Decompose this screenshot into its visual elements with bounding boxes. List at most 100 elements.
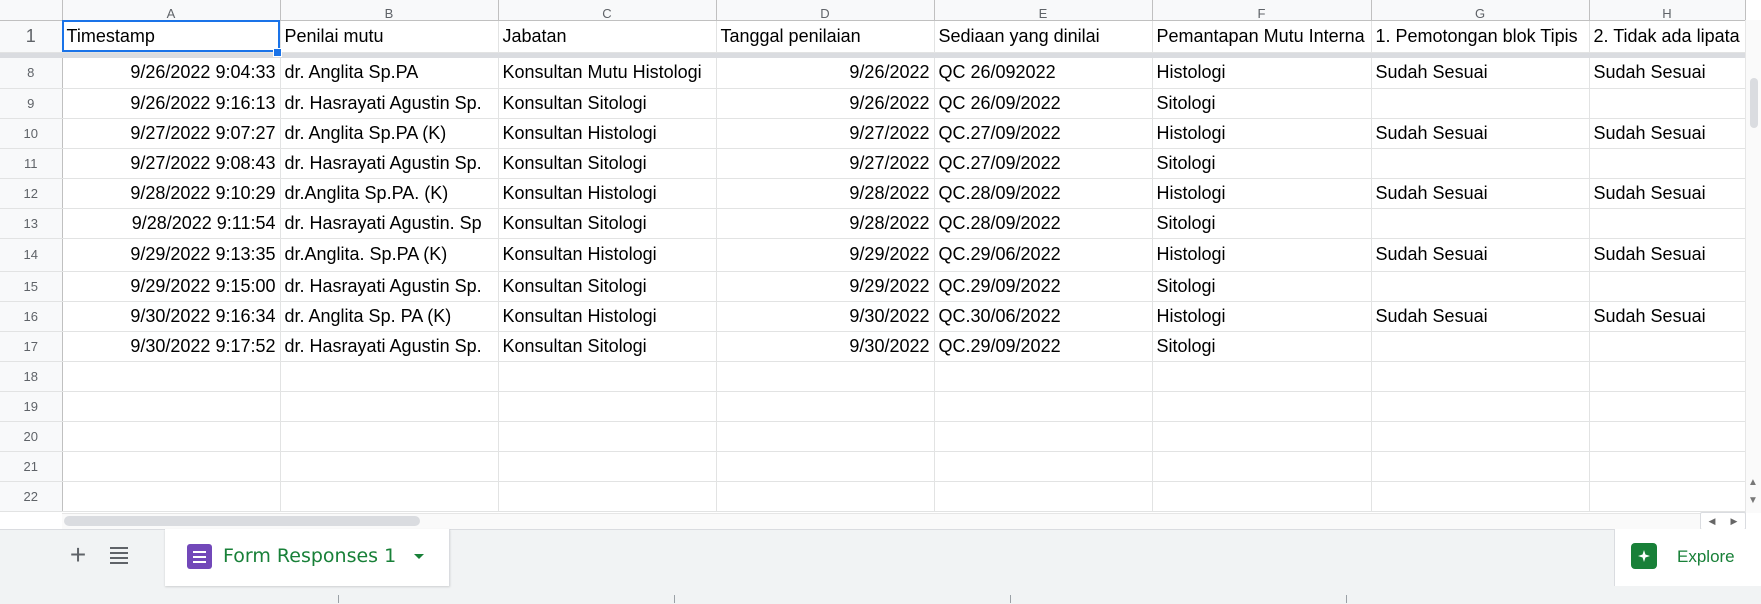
vertical-scroll-thumb[interactable] (1750, 78, 1758, 128)
column-header-a[interactable]: A (62, 0, 281, 21)
cell-tidak-ada-lipatan[interactable]: Sudah Sesuai (1589, 118, 1746, 149)
header-cell-jabatan[interactable]: Jabatan (498, 20, 717, 53)
empty-cell[interactable] (934, 361, 1153, 392)
empty-cell[interactable] (1152, 421, 1372, 452)
cell-pemotongan-blok[interactable]: Sudah Sesuai (1371, 118, 1590, 149)
cell-sediaan[interactable]: QC.29/09/2022 (934, 271, 1153, 302)
horizontal-scroll-thumb[interactable] (64, 516, 420, 526)
empty-cell[interactable] (498, 361, 717, 392)
empty-cell[interactable] (716, 481, 935, 512)
empty-cell[interactable] (934, 451, 1153, 482)
cell-tanggal-penilaian[interactable]: 9/26/2022 (716, 58, 935, 89)
cell-timestamp[interactable]: 9/30/2022 9:17:52 (62, 331, 281, 362)
empty-cell[interactable] (1371, 451, 1590, 482)
cell-penilai-mutu[interactable]: dr. Anglita Sp.PA (K) (280, 118, 499, 149)
empty-cell[interactable] (1589, 451, 1746, 482)
cell-sediaan[interactable]: QC.29/09/2022 (934, 331, 1153, 362)
empty-cell[interactable] (934, 391, 1153, 422)
row-header[interactable]: 15 (0, 271, 63, 302)
row-header[interactable]: 22 (0, 481, 63, 512)
empty-cell[interactable] (280, 361, 499, 392)
cell-sediaan[interactable]: QC.30/06/2022 (934, 301, 1153, 332)
cell-pemantapan-mutu[interactable]: Sitologi (1152, 148, 1372, 179)
empty-cell[interactable] (1371, 391, 1590, 422)
cell-tidak-ada-lipatan[interactable]: Sudah Sesuai (1589, 58, 1746, 89)
column-header-h[interactable]: H (1589, 0, 1746, 21)
cell-tidak-ada-lipatan[interactable] (1589, 88, 1746, 119)
row-header[interactable]: 14 (0, 238, 63, 272)
cell-penilai-mutu[interactable]: dr. Hasrayati Agustin Sp. (280, 271, 499, 302)
empty-cell[interactable] (62, 481, 281, 512)
empty-cell[interactable] (498, 421, 717, 452)
empty-cell[interactable] (716, 391, 935, 422)
cell-pemotongan-blok[interactable]: Sudah Sesuai (1371, 58, 1590, 89)
cell-tanggal-penilaian[interactable]: 9/30/2022 (716, 331, 935, 362)
cell-tanggal-penilaian[interactable]: 9/28/2022 (716, 178, 935, 209)
cell-penilai-mutu[interactable]: dr. Hasrayati Agustin. Sp (280, 208, 499, 239)
cell-timestamp[interactable]: 9/30/2022 9:16:34 (62, 301, 281, 332)
cell-pemotongan-blok[interactable] (1371, 331, 1590, 362)
cell-sediaan[interactable]: QC 26/092022 (934, 58, 1153, 89)
row-header[interactable]: 11 (0, 148, 63, 179)
column-header-d[interactable]: D (716, 0, 935, 21)
cell-jabatan[interactable]: Konsultan Sitologi (498, 271, 717, 302)
empty-cell[interactable] (716, 451, 935, 482)
sheet-tab-form-responses[interactable]: Form Responses 1 (165, 529, 450, 586)
select-all-corner[interactable] (0, 0, 63, 21)
cell-tidak-ada-lipatan[interactable]: Sudah Sesuai (1589, 301, 1746, 332)
row-header[interactable]: 21 (0, 451, 63, 482)
cell-pemotongan-blok[interactable]: Sudah Sesuai (1371, 301, 1590, 332)
cell-tanggal-penilaian[interactable]: 9/30/2022 (716, 301, 935, 332)
cell-tidak-ada-lipatan[interactable]: Sudah Sesuai (1589, 238, 1746, 272)
row-header[interactable]: 9 (0, 88, 63, 119)
cell-pemantapan-mutu[interactable]: Histologi (1152, 118, 1372, 149)
empty-cell[interactable] (62, 421, 281, 452)
cell-tanggal-penilaian[interactable]: 9/27/2022 (716, 148, 935, 179)
empty-cell[interactable] (1371, 481, 1590, 512)
cell-penilai-mutu[interactable]: dr.Anglita. Sp.PA (K) (280, 238, 499, 272)
empty-cell[interactable] (498, 481, 717, 512)
empty-cell[interactable] (62, 451, 281, 482)
cell-penilai-mutu[interactable]: dr. Hasrayati Agustin Sp. (280, 148, 499, 179)
cell-sediaan[interactable]: QC.27/09/2022 (934, 118, 1153, 149)
row-header[interactable]: 12 (0, 178, 63, 209)
row-header[interactable]: 20 (0, 421, 63, 452)
cell-tanggal-penilaian[interactable]: 9/29/2022 (716, 238, 935, 272)
header-cell-pemotongan-blok[interactable]: 1. Pemotongan blok Tipis (1371, 20, 1590, 53)
empty-cell[interactable] (280, 391, 499, 422)
empty-cell[interactable] (934, 421, 1153, 452)
cell-tidak-ada-lipatan[interactable] (1589, 208, 1746, 239)
column-header-b[interactable]: B (280, 0, 499, 21)
header-cell-pemantapan-mutu[interactable]: Pemantapan Mutu Interna (1152, 20, 1372, 53)
cell-pemantapan-mutu[interactable]: Sitologi (1152, 271, 1372, 302)
cell-timestamp[interactable]: 9/29/2022 9:13:35 (62, 238, 281, 272)
row-header[interactable]: 16 (0, 301, 63, 332)
cell-tanggal-penilaian[interactable]: 9/27/2022 (716, 118, 935, 149)
cell-sediaan[interactable]: QC.28/09/2022 (934, 178, 1153, 209)
cell-penilai-mutu[interactable]: dr. Anglita Sp.PA (280, 58, 499, 89)
cell-tidak-ada-lipatan[interactable] (1589, 148, 1746, 179)
cell-pemantapan-mutu[interactable]: Sitologi (1152, 331, 1372, 362)
empty-cell[interactable] (1589, 391, 1746, 422)
cell-jabatan[interactable]: Konsultan Sitologi (498, 331, 717, 362)
cell-jabatan[interactable]: Konsultan Mutu Histologi (498, 58, 717, 89)
scroll-left-icon[interactable]: ◀ (1701, 513, 1723, 529)
row-header[interactable]: 10 (0, 118, 63, 149)
empty-cell[interactable] (62, 361, 281, 392)
cell-timestamp[interactable]: 9/28/2022 9:10:29 (62, 178, 281, 209)
cell-pemotongan-blok[interactable] (1371, 148, 1590, 179)
empty-cell[interactable] (716, 361, 935, 392)
cell-jabatan[interactable]: Konsultan Histologi (498, 238, 717, 272)
row-header[interactable]: 18 (0, 361, 63, 392)
column-header-f[interactable]: F (1152, 0, 1372, 21)
empty-cell[interactable] (62, 391, 281, 422)
cell-penilai-mutu[interactable]: dr. Hasrayati Agustin Sp. (280, 331, 499, 362)
cell-timestamp[interactable]: 9/26/2022 9:04:33 (62, 58, 281, 89)
column-header-g[interactable]: G (1371, 0, 1590, 21)
row-header[interactable]: 1 (0, 20, 63, 53)
cell-pemotongan-blok[interactable] (1371, 88, 1590, 119)
cell-pemantapan-mutu[interactable]: Histologi (1152, 301, 1372, 332)
header-cell-tidak-ada-lipatan[interactable]: 2. Tidak ada lipata (1589, 20, 1746, 53)
header-cell-penilai-mutu[interactable]: Penilai mutu (280, 20, 499, 53)
scroll-down-icon[interactable]: ▼ (1748, 495, 1758, 506)
